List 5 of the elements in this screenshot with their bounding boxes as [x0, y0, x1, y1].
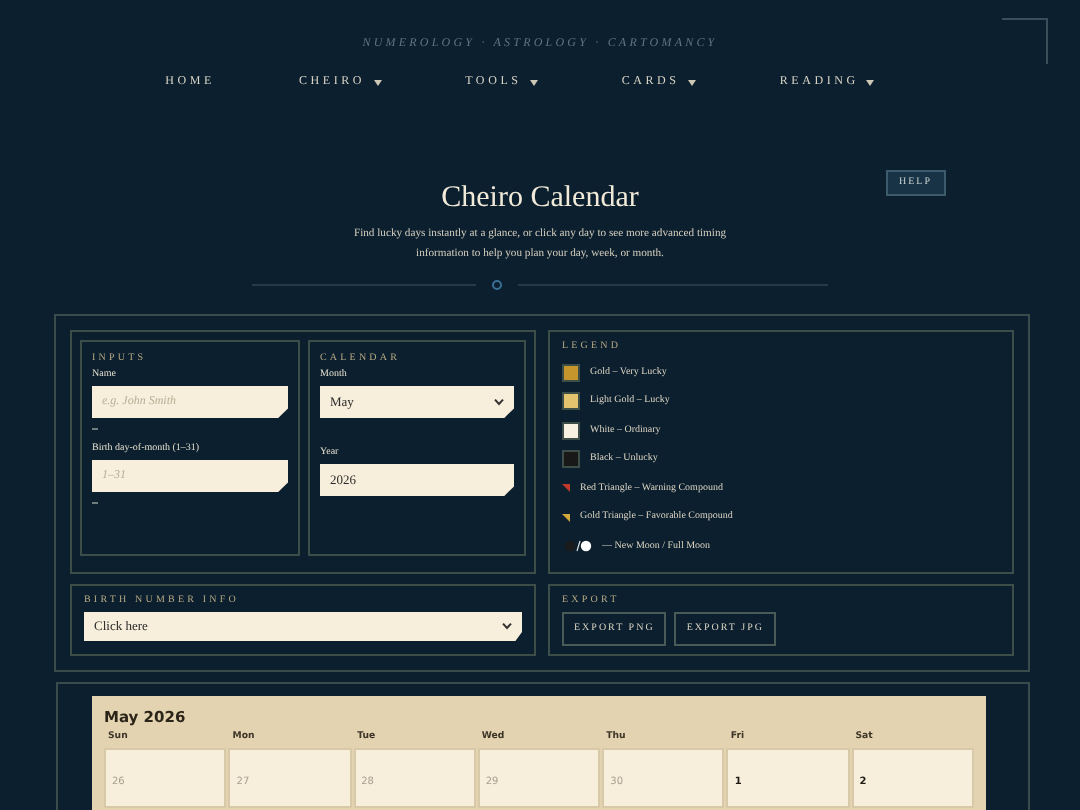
chevron-icon — [502, 622, 512, 630]
chevron-icon — [494, 398, 504, 406]
corner-bracket — [1002, 18, 1048, 64]
page-title: Cheiro Calendar — [441, 180, 639, 216]
moon-phases-icon — [564, 540, 592, 553]
